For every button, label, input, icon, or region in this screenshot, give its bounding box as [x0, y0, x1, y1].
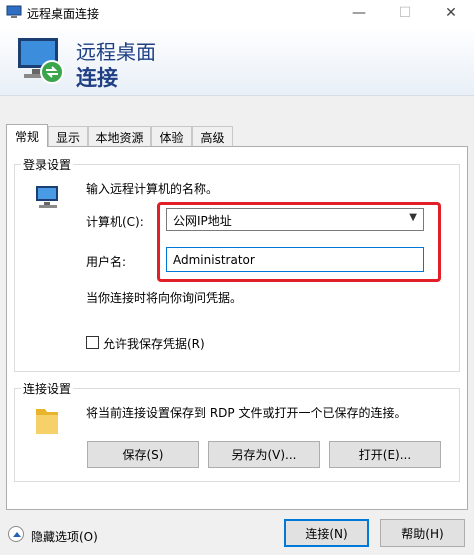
hide-options-link[interactable]: 隐藏选项(O)	[31, 528, 98, 545]
credentials-note: 当你连接时将向你询问凭据。	[86, 291, 243, 305]
banner-title: 远程桌面	[76, 40, 156, 64]
title-bar: 远程桌面连接 — ☐ ✕	[0, 0, 474, 26]
remote-desktop-icon	[18, 38, 64, 84]
computer-label: 计算机(C):	[86, 215, 144, 229]
help-button[interactable]: 帮助(H)	[380, 519, 465, 547]
computer-icon	[36, 186, 58, 208]
allow-save-credentials-checkbox[interactable]	[86, 336, 99, 349]
highlight-annotation	[157, 202, 441, 282]
window-title: 远程桌面连接	[27, 7, 100, 21]
tab-advanced[interactable]: 高级	[192, 126, 233, 147]
minimize-button[interactable]: —	[336, 0, 382, 26]
maximize-button[interactable]: ☐	[382, 0, 428, 26]
close-button[interactable]: ✕	[428, 0, 474, 26]
remote-desktop-icon	[6, 5, 22, 18]
username-label: 用户名:	[86, 255, 127, 269]
save-as-button[interactable]: 另存为(V)...	[208, 441, 320, 468]
header-banner: 远程桌面 连接	[0, 26, 474, 96]
tab-general[interactable]: 常规	[6, 124, 48, 147]
login-hint: 输入远程计算机的名称。	[86, 182, 219, 196]
tab-experience[interactable]: 体验	[151, 126, 192, 147]
connection-hint: 将当前连接设置保存到 RDP 文件或打开一个已保存的连接。	[86, 406, 407, 420]
tab-local-resources[interactable]: 本地资源	[88, 126, 151, 147]
chevron-up-icon[interactable]	[8, 526, 24, 542]
save-button[interactable]: 保存(S)	[87, 441, 199, 468]
tab-display[interactable]: 显示	[48, 126, 88, 147]
allow-save-credentials-label[interactable]: 允许我保存凭据(R)	[103, 335, 205, 352]
login-settings-label: 登录设置	[21, 156, 74, 173]
connect-button[interactable]: 连接(N)	[284, 519, 369, 547]
folder-icon	[36, 409, 58, 434]
banner-subtitle: 连接	[76, 66, 118, 90]
open-button[interactable]: 打开(E)...	[329, 441, 441, 468]
connection-settings-label: 连接设置	[21, 380, 74, 397]
